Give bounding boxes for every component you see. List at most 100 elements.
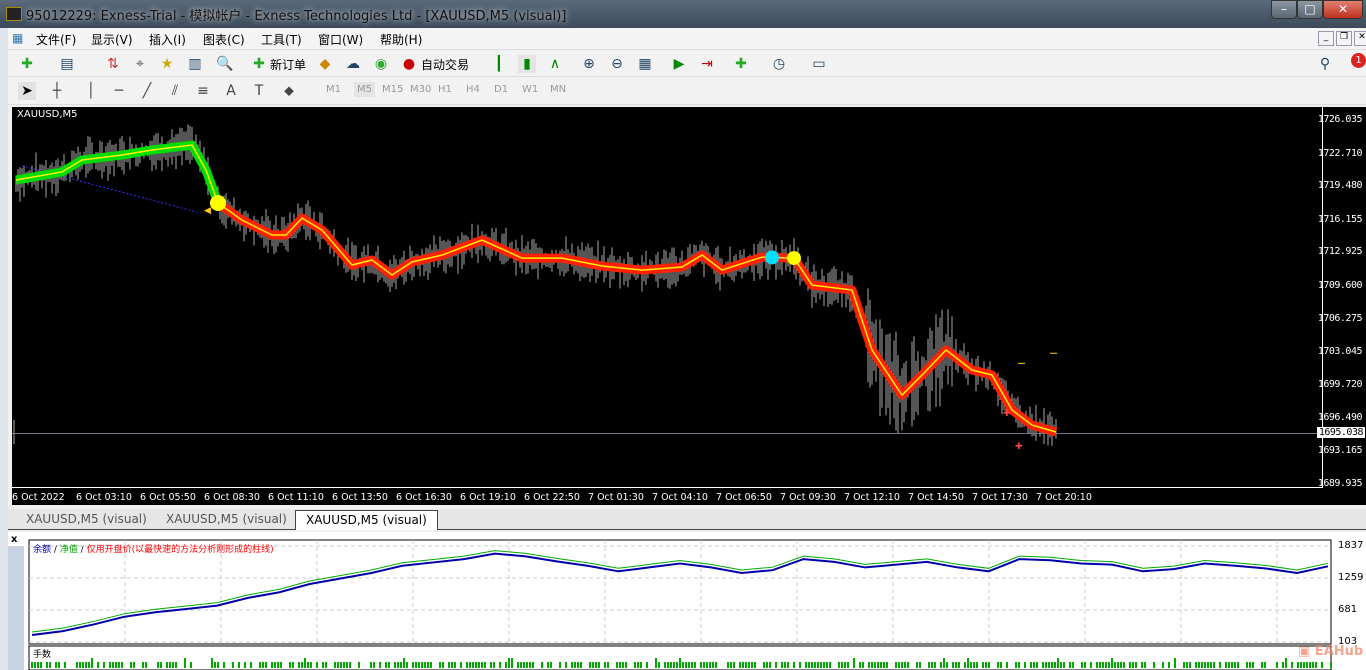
timeframe-h4[interactable]: H4	[466, 84, 480, 95]
bar-chart-icon[interactable]: ┃	[490, 55, 508, 73]
volume-bar	[751, 662, 753, 668]
timeframe-m5[interactable]: M5	[354, 82, 375, 97]
equidistant-channel-icon[interactable]: ⫽	[166, 82, 184, 100]
menu-tools[interactable]: 工具(T)	[261, 31, 302, 48]
price-chart[interactable]: XAUUSD,M5 ◀ ✚ ✚ 1726.035 1722.710 1719.480 17…	[12, 107, 1366, 505]
zoom-out-icon[interactable]: ⊖	[608, 55, 626, 73]
menu-charts[interactable]: 图表(C)	[203, 31, 245, 48]
navigator-icon[interactable]: ★	[158, 55, 176, 73]
text-icon[interactable]: A	[222, 82, 240, 100]
volume-bar	[340, 662, 342, 668]
volume-bar	[676, 662, 678, 668]
volume-bar	[508, 658, 510, 668]
auto-trading-icon[interactable]: ●	[400, 55, 418, 73]
vertical-line-icon[interactable]: │	[82, 82, 100, 100]
close-button[interactable]: ✕	[1323, 0, 1363, 19]
volume-bar	[1006, 662, 1008, 668]
close-panel-icon[interactable]: x	[11, 534, 17, 545]
indicators-icon[interactable]: ✚	[732, 55, 750, 73]
trendline-icon[interactable]: ╱	[138, 82, 156, 100]
templates-icon[interactable]: ▭	[810, 55, 828, 73]
search-icon[interactable]: ⚲	[1316, 55, 1334, 73]
volume-bar	[88, 662, 90, 668]
crosshair-icon[interactable]: ┼	[48, 82, 66, 100]
arrows-icon[interactable]: ⬥	[280, 82, 298, 100]
volume-bar	[169, 662, 171, 668]
terminal-icon[interactable]: ▥	[186, 55, 204, 73]
volume-bar	[952, 662, 954, 668]
menu-file[interactable]: 文件(F)	[36, 31, 76, 48]
volume-bar	[577, 662, 579, 668]
volume-bar	[520, 662, 522, 668]
volume-bar	[1099, 662, 1101, 668]
child-minimize-button[interactable]: _	[1318, 31, 1334, 46]
maximize-button[interactable]: □	[1297, 0, 1323, 19]
volume-bar	[85, 662, 87, 668]
time-axis-label: 7 Oct 09:30	[780, 492, 836, 503]
volume-bar	[709, 662, 711, 668]
autoscroll-icon[interactable]: ▶	[670, 55, 688, 73]
volume-bar	[517, 662, 519, 668]
new-chart-icon[interactable]: ✚	[18, 55, 36, 73]
profiles-icon[interactable]: ▤	[58, 55, 76, 73]
candlestick-icon[interactable]: ▮	[518, 55, 536, 73]
volume-bar	[841, 662, 843, 668]
volume-bar	[805, 662, 807, 668]
volume-bar	[82, 662, 84, 668]
fibonacci-icon[interactable]: ≡	[194, 82, 212, 100]
chart-tab[interactable]: XAUUSD,M5 (visual)	[166, 512, 287, 526]
periods-icon[interactable]: ◷	[770, 55, 788, 73]
new-order-icon[interactable]: ✚	[250, 55, 268, 73]
timeframe-m30[interactable]: M30	[410, 84, 431, 95]
volume-bar	[658, 662, 660, 668]
timeframe-m15[interactable]: M15	[382, 84, 403, 95]
chart-tab[interactable]: XAUUSD,M5 (visual)	[26, 512, 147, 526]
menu-logo-icon: ▦	[12, 31, 24, 45]
metaeditor-icon[interactable]: ◆	[316, 55, 334, 73]
text-label-icon[interactable]: T	[250, 82, 268, 100]
chart-tab-active[interactable]: XAUUSD,M5 (visual)	[295, 510, 438, 530]
volume-bar	[175, 662, 177, 668]
volume-bar	[775, 662, 777, 668]
volume-bar	[895, 662, 897, 668]
alert-badge[interactable]: 1	[1351, 53, 1366, 68]
timeframe-h1[interactable]: H1	[438, 84, 452, 95]
volume-bar	[769, 662, 771, 668]
strategy-tester-icon[interactable]: 🔍	[216, 55, 234, 73]
volume-bar	[1069, 662, 1071, 668]
child-restore-button[interactable]: ❐	[1336, 31, 1352, 46]
signals-icon[interactable]: ☁	[344, 55, 362, 73]
volume-bar	[1111, 658, 1113, 668]
volume-bar	[814, 662, 816, 668]
horizontal-line-icon[interactable]: ─	[110, 82, 128, 100]
cursor-icon[interactable]: ➤	[18, 82, 36, 100]
chart-shift-icon[interactable]: ⇥	[698, 55, 716, 73]
chart-tabs: XAUUSD,M5 (visual) XAUUSD,M5 (visual) XA…	[8, 509, 1366, 530]
child-close-button[interactable]: ✕	[1354, 31, 1366, 46]
auto-trading-button[interactable]: 自动交易	[421, 56, 469, 73]
signal-dot	[765, 250, 779, 265]
timeframe-mn[interactable]: MN	[550, 84, 566, 95]
volume-bar	[934, 662, 936, 668]
market-watch-icon[interactable]: ⇅	[104, 55, 122, 73]
line-chart-icon[interactable]: ∧	[546, 55, 564, 73]
menu-window[interactable]: 窗口(W)	[318, 31, 363, 48]
volume-bar	[64, 662, 66, 668]
menu-insert[interactable]: 插入(I)	[149, 31, 186, 48]
radio-icon[interactable]: ◉	[372, 55, 390, 73]
menu-help[interactable]: 帮助(H)	[380, 31, 422, 48]
volume-bar	[394, 662, 396, 668]
timeframe-w1[interactable]: W1	[522, 84, 538, 95]
volume-bar	[874, 662, 876, 668]
volume-bar	[706, 662, 708, 668]
volume-bar	[1198, 662, 1200, 668]
tile-windows-icon[interactable]: ▦	[636, 55, 654, 73]
new-order-button[interactable]: 新订单	[270, 56, 306, 73]
timeframe-d1[interactable]: D1	[494, 84, 508, 95]
volume-bar	[454, 662, 456, 668]
data-window-icon[interactable]: ⌖	[131, 55, 149, 73]
zoom-in-icon[interactable]: ⊕	[580, 55, 598, 73]
menu-view[interactable]: 显示(V)	[91, 31, 133, 48]
timeframe-m1[interactable]: M1	[326, 84, 341, 95]
minimize-button[interactable]: –	[1271, 0, 1297, 19]
